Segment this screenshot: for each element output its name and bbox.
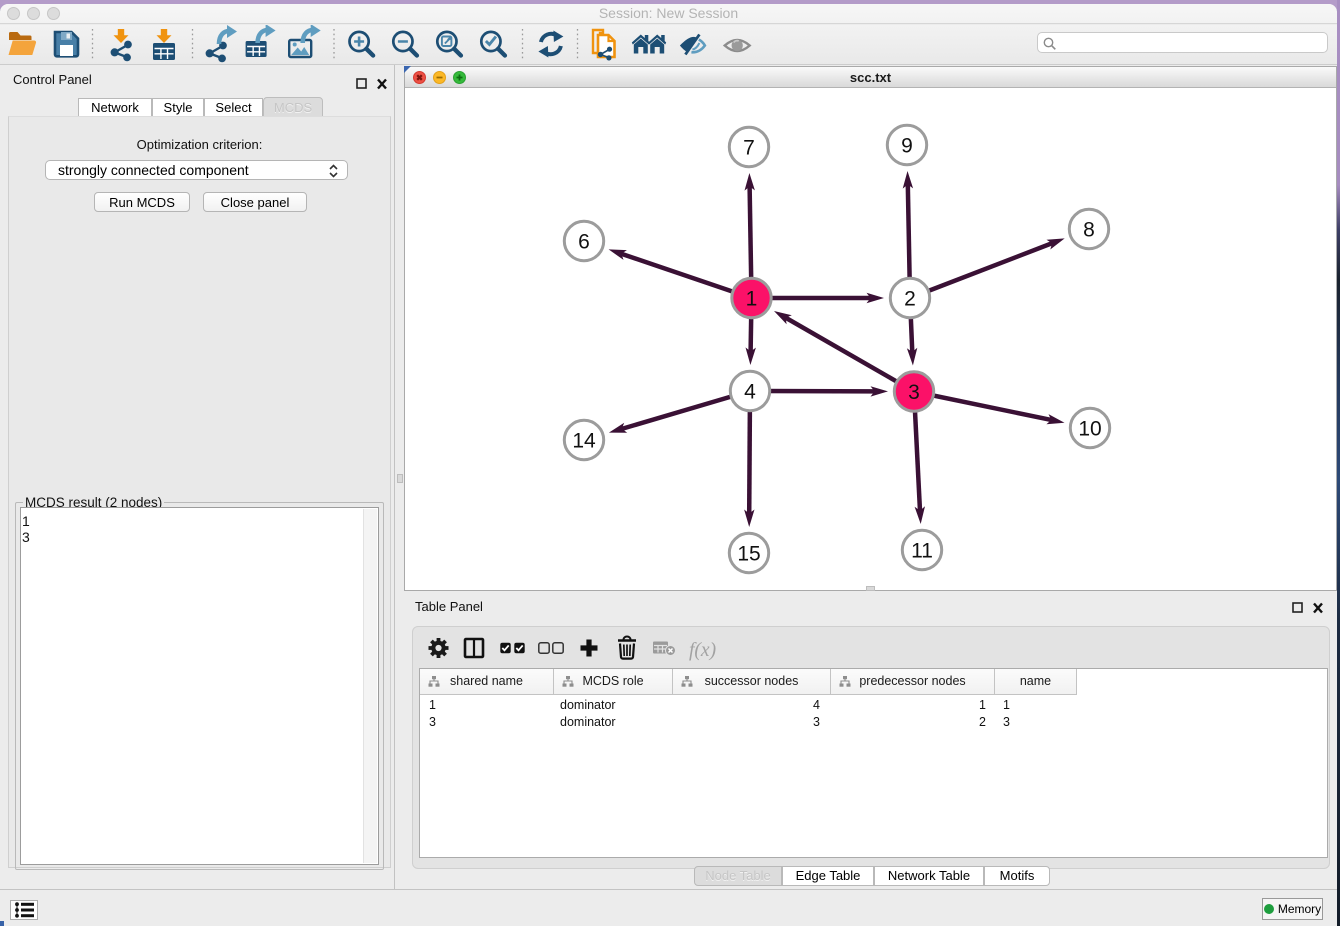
svg-text:14: 14 bbox=[572, 429, 596, 452]
svg-text:8: 8 bbox=[1083, 218, 1095, 241]
svg-text:9: 9 bbox=[901, 134, 913, 157]
svg-text:6: 6 bbox=[578, 230, 590, 253]
svg-text:2: 2 bbox=[904, 287, 916, 310]
svg-text:4: 4 bbox=[744, 380, 756, 403]
svg-text:15: 15 bbox=[737, 542, 760, 565]
svg-text:3: 3 bbox=[908, 381, 920, 404]
svg-text:1: 1 bbox=[746, 287, 758, 310]
svg-text:f(x): f(x) bbox=[689, 640, 716, 661]
svg-text:11: 11 bbox=[911, 539, 933, 562]
svg-text:7: 7 bbox=[743, 136, 755, 159]
svg-text:10: 10 bbox=[1078, 417, 1101, 440]
